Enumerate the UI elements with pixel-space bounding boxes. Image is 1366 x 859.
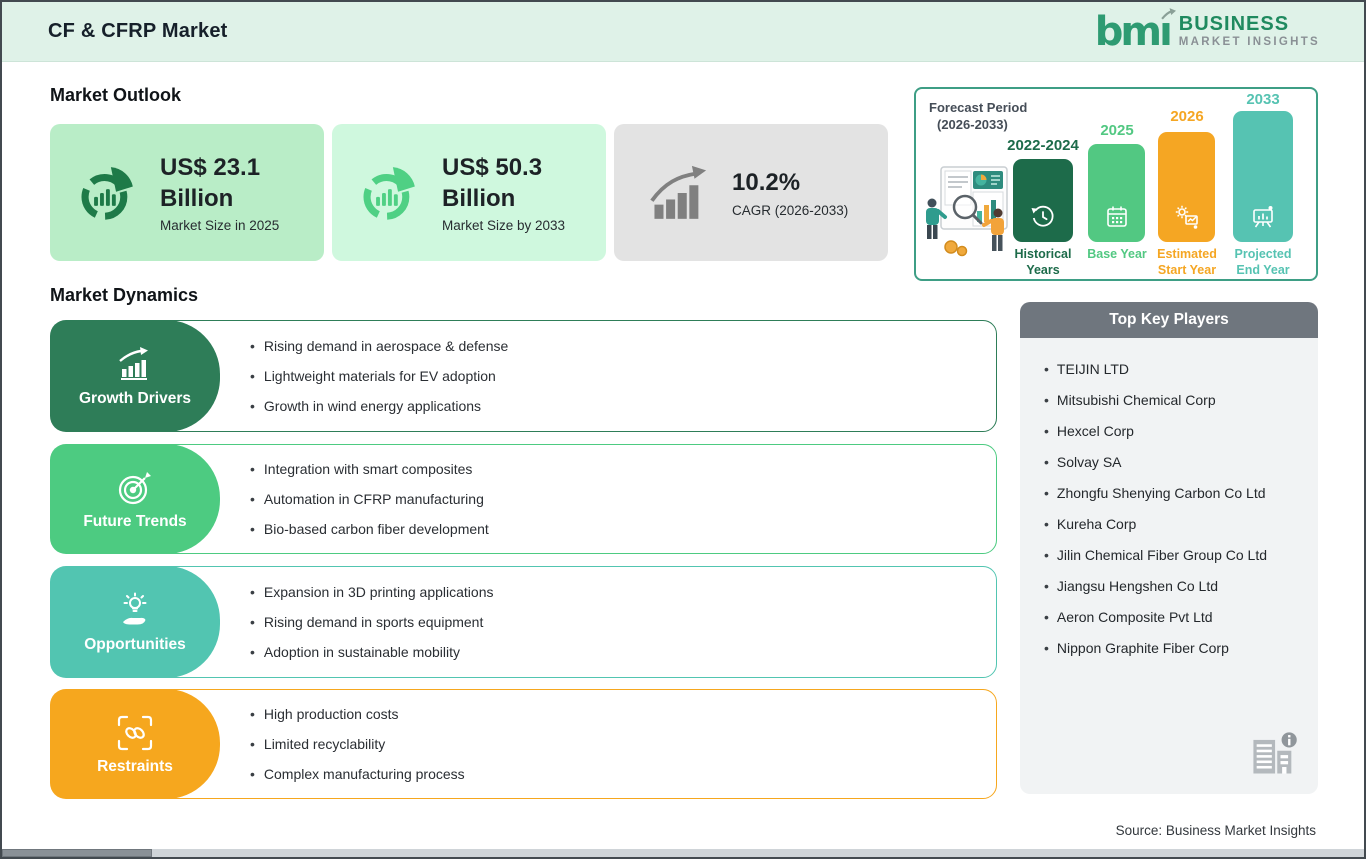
future-trends-row: Future Trends Integration with smart com… (2, 444, 1012, 554)
key-player-item: Zhongfu Shenying Carbon Co Ltd (1044, 478, 1308, 509)
forecast-year-start: 2026 (1170, 108, 1204, 125)
market-size-2025-label: Market Size in 2025 (160, 218, 280, 234)
target-icon (115, 468, 155, 508)
market-size-2033-value: US$ 50.3 Billion (442, 153, 543, 212)
bmi-logo-mark: bmı (1095, 7, 1176, 52)
donut-bars-icon (76, 162, 138, 224)
future-trends-label: Future Trends (83, 512, 187, 530)
opportunities-label: Opportunities (84, 635, 186, 653)
forecast-period-panel: Forecast Period (2026-2033) 2022-2024 20… (914, 87, 1318, 281)
card-text: US$ 23.1 Billion Market Size in 2025 (160, 152, 310, 233)
growth-chart-icon (115, 345, 155, 385)
market-size-2025-value: US$ 23.1 Billion (160, 153, 261, 212)
forecast-label-start: Estimated Start Year (1157, 247, 1217, 277)
forecast-year-historical: 2022-2024 (1007, 137, 1079, 154)
forecast-year-end: 2033 (1246, 91, 1280, 108)
growth-arrow-icon (648, 162, 710, 224)
market-size-2033-card: US$ 50.3 Billion Market Size by 2033 (332, 124, 606, 261)
forecast-bar-end (1233, 111, 1293, 242)
page-title: CF & CFRP Market (48, 20, 228, 42)
bullet-item: High production costs (250, 699, 465, 729)
growth-drivers-pill: Growth Drivers (50, 320, 220, 432)
key-player-item: Hexcel Corp (1044, 416, 1308, 447)
forecast-bar-start (1158, 132, 1215, 242)
key-player-item: Jilin Chemical Fiber Group Co Ltd (1044, 540, 1308, 571)
opportunities-bullets: Expansion in 3D printing applications Ri… (250, 577, 494, 667)
donut-bars-icon (358, 162, 420, 224)
restraints-pill: Restraints (50, 689, 220, 799)
horizontal-scrollbar-thumb[interactable] (2, 849, 152, 857)
bullet-item: Adoption in sustainable mobility (250, 637, 494, 667)
bullet-item: Rising demand in aerospace & defense (250, 331, 508, 361)
chain-icon (115, 713, 155, 753)
market-dynamics-heading: Market Dynamics (50, 285, 199, 305)
top-key-players-body: TEIJIN LTD Mitsubishi Chemical Corp Hexc… (1020, 338, 1318, 794)
logo-wordmark: BUSINESS MARKET INSIGHTS (1179, 14, 1320, 49)
header-bar: CF & CFRP Market bmı BUSINESS MARKET INS… (2, 2, 1364, 62)
history-clock-icon (1031, 205, 1054, 227)
cagr-value: 10.2% (732, 169, 801, 197)
forecast-title-line1: Forecast Period (929, 100, 1028, 115)
bullet-item: Bio-based carbon fiber development (250, 514, 489, 544)
card-text: 10.2% CAGR (2026-2033) (732, 167, 848, 217)
building-info-icon (1253, 732, 1297, 774)
opportunities-row: Opportunities Expansion in 3D printing a… (2, 566, 1012, 678)
future-trends-bullets: Integration with smart composites Automa… (250, 454, 489, 544)
infographic-page: CF & CFRP Market bmı BUSINESS MARKET INS… (0, 0, 1366, 859)
logo-arrow-icon (1161, 7, 1176, 19)
top-key-players-panel: Top Key Players TEIJIN LTD Mitsubishi Ch… (1020, 302, 1318, 794)
bullet-item: Lightweight materials for EV adoption (250, 361, 508, 391)
key-players-list: TEIJIN LTD Mitsubishi Chemical Corp Hexc… (1020, 338, 1318, 664)
logo-line2: MARKET INSIGHTS (1178, 36, 1320, 49)
growth-drivers-row: Growth Drivers Rising demand in aerospac… (2, 320, 1012, 432)
calendar-icon (1106, 206, 1127, 227)
bullet-item: Rising demand in sports equipment (250, 607, 494, 637)
key-player-item: Aeron Composite Pvt Ltd (1044, 602, 1308, 633)
bullet-item: Growth in wind energy applications (250, 391, 508, 421)
forecast-title-line2: (2026-2033) (937, 117, 1008, 132)
growth-drivers-label: Growth Drivers (79, 389, 191, 407)
market-size-2025-card: US$ 23.1 Billion Market Size in 2025 (50, 124, 324, 261)
forecast-label-end: Projected End Year (1234, 247, 1292, 277)
horizontal-scrollbar-track[interactable] (2, 849, 1364, 857)
key-player-item: Nippon Graphite Fiber Corp (1044, 633, 1308, 664)
bullet-item: Complex manufacturing process (250, 759, 465, 789)
source-note: Source: Business Market Insights (1115, 823, 1316, 838)
logo-mark-letters: bm (1094, 8, 1162, 55)
future-trends-pill: Future Trends (50, 444, 220, 554)
logo-line1: BUSINESS (1178, 13, 1290, 36)
restraints-bullets: High production costs Limited recyclabil… (250, 699, 465, 789)
opportunities-pill: Opportunities (50, 566, 220, 678)
bulb-hand-icon (115, 591, 155, 631)
estimate-icon (1175, 205, 1198, 229)
top-key-players-heading: Top Key Players (1020, 302, 1318, 338)
market-size-2033-label: Market Size by 2033 (442, 218, 566, 234)
key-player-item: TEIJIN LTD (1044, 354, 1308, 385)
growth-drivers-bullets: Rising demand in aerospace & defense Lig… (250, 331, 508, 421)
forecast-bar-base (1088, 144, 1145, 242)
bullet-item: Integration with smart composites (250, 454, 489, 484)
bmi-logo: bmı BUSINESS MARKET INSIGHTS (1095, 7, 1320, 52)
bullet-item: Automation in CFRP manufacturing (250, 484, 489, 514)
restraints-row: Restraints High production costs Limited… (2, 689, 1012, 799)
forecast-bar-historical (1013, 159, 1073, 242)
bullet-item: Expansion in 3D printing applications (250, 577, 494, 607)
restraints-label: Restraints (97, 757, 173, 775)
key-player-item: Solvay SA (1044, 447, 1308, 478)
key-player-item: Mitsubishi Chemical Corp (1044, 385, 1308, 416)
forecast-label-historical: Historical Years (1014, 247, 1072, 277)
cagr-card: 10.2% CAGR (2026-2033) (614, 124, 888, 261)
presentation-icon (1253, 206, 1273, 228)
card-text: US$ 50.3 Billion Market Size by 2033 (442, 152, 592, 233)
cagr-label: CAGR (2026-2033) (732, 202, 849, 218)
key-player-item: Jiangsu Hengshen Co Ltd (1044, 571, 1308, 602)
market-outlook-heading: Market Outlook (50, 85, 182, 105)
key-player-item: Kureha Corp (1044, 509, 1308, 540)
bullet-item: Limited recyclability (250, 729, 465, 759)
